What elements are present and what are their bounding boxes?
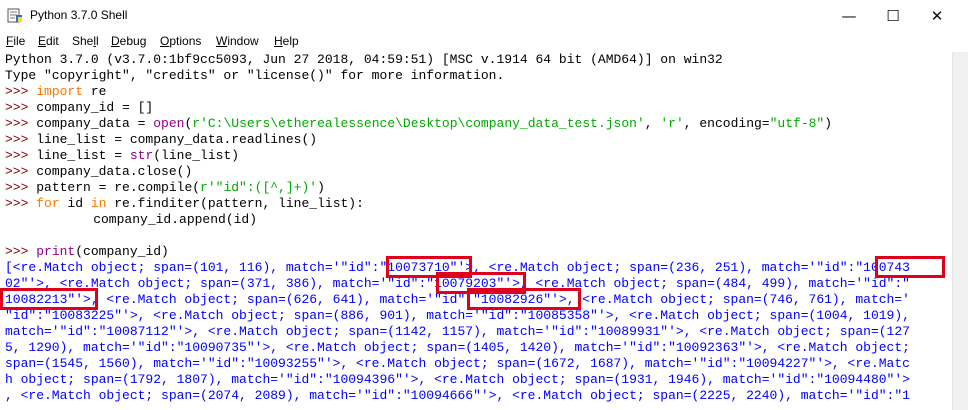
code-line-str: >>> line_list = str(line_list) xyxy=(5,148,239,164)
menu-edit[interactable]: Edit xyxy=(38,34,59,48)
menu-bar: File Edit Shell Debug Options Window Hel… xyxy=(0,32,968,52)
code-text: (company_id) xyxy=(75,244,169,259)
menu-edit-label: dit xyxy=(46,34,59,48)
menu-debug[interactable]: Debug xyxy=(111,34,146,48)
menu-options[interactable]: Options xyxy=(160,34,201,48)
menu-help[interactable]: Help xyxy=(274,34,299,48)
menu-file-label: ile xyxy=(13,34,26,48)
close-icon: ✕ xyxy=(930,7,944,25)
highlight-box xyxy=(467,288,581,310)
prompt: >>> xyxy=(5,244,29,259)
prompt: >>> xyxy=(5,196,29,211)
code-line-close: >>> company_data.close() xyxy=(5,164,192,180)
highlight-box xyxy=(875,256,945,278)
code-line-for: >>> for id in re.finditer(pattern, line_… xyxy=(5,196,364,212)
code-text: line_list = company_data.readlines() xyxy=(36,132,318,147)
maximize-button[interactable]: ☐ xyxy=(870,0,916,32)
prompt: >>> xyxy=(5,164,29,179)
output-line: 10082213"'>, <re.Match object; span=(626… xyxy=(5,292,910,307)
prompt: >>> xyxy=(5,84,29,99)
menu-debug-label: ebug xyxy=(119,34,147,48)
menu-shell-label: l xyxy=(96,34,99,48)
menu-help-accel: H xyxy=(274,34,283,48)
keyword: in xyxy=(90,196,107,211)
code-line-open: >>> company_data = open(r'C:\Users\ether… xyxy=(5,116,832,132)
menu-shell-label-pre: She xyxy=(72,34,94,48)
minimize-icon: — xyxy=(841,7,857,25)
keyword: import xyxy=(36,84,84,99)
output-line: 5, 1290), match='"id":"10090735"'>, <re.… xyxy=(5,340,910,355)
prompt: >>> xyxy=(5,148,29,163)
output-line: "id":"10083225"'>, <re.Match object; spa… xyxy=(5,308,910,323)
builtin: print xyxy=(36,244,76,259)
title-bar[interactable]: Python 3.7.0 Shell — ☐ ✕ xyxy=(0,0,968,32)
menu-edit-accel: E xyxy=(38,34,47,48)
code-text: company_data = xyxy=(36,116,154,131)
menu-help-label: elp xyxy=(282,34,299,48)
menu-shell[interactable]: Shell xyxy=(72,34,99,48)
code-text: ) xyxy=(824,116,833,131)
code-text: ) xyxy=(317,180,325,195)
shell-text-area[interactable]: Python 3.7.0 (v3.7.0:1bf9cc5093, Jun 27 … xyxy=(0,52,952,410)
builtin: open xyxy=(153,116,185,131)
highlight-box xyxy=(0,288,98,310)
string-literal: "utf-8" xyxy=(769,116,825,131)
code-text: , encoding= xyxy=(683,116,770,131)
window-title: Python 3.7.0 Shell xyxy=(30,8,128,22)
menu-window-accel: W xyxy=(216,34,228,48)
code-text: line_list = xyxy=(36,148,130,163)
close-button[interactable]: ✕ xyxy=(914,0,960,32)
prompt: >>> xyxy=(5,180,29,195)
minimize-button[interactable]: — xyxy=(826,0,872,32)
prompt: >>> xyxy=(5,116,29,131)
string-literal: r'C:\Users\etherealessence\Desktop\compa… xyxy=(192,116,645,131)
code-line-import: >>> import re xyxy=(5,84,106,100)
output-line: h object; span=(1792, 1807), match='"id"… xyxy=(5,372,910,387)
code-text: re xyxy=(83,84,107,99)
code-line-append: company_id.append(id) xyxy=(62,212,258,227)
prompt: >>> xyxy=(5,100,29,115)
output-line: match='"id":"10087112"'>, <re.Match obje… xyxy=(5,324,910,339)
vertical-scrollbar[interactable] xyxy=(952,52,968,410)
code-line-company-id: >>> company_id = [] xyxy=(5,100,153,116)
code-line-print: >>> print(company_id) xyxy=(5,244,169,260)
string-literal: r'"id":([^,]+)' xyxy=(200,180,318,195)
banner-info: Type "copyright", "credits" or "license(… xyxy=(5,68,505,83)
menu-window[interactable]: Window xyxy=(216,34,259,48)
code-text: re.finditer(pattern, line_list): xyxy=(106,196,364,211)
banner-version: Python 3.7.0 (v3.7.0:1bf9cc5093, Jun 27 … xyxy=(5,52,723,67)
code-line-pattern: >>> pattern = re.compile(r'"id":([^,]+)'… xyxy=(5,180,325,196)
menu-file[interactable]: File xyxy=(6,34,25,48)
prompt: >>> xyxy=(5,132,29,147)
code-text: , xyxy=(644,116,661,131)
menu-window-label: indow xyxy=(227,34,259,48)
code-text: id xyxy=(59,196,91,211)
code-text: pattern = re.compile( xyxy=(36,180,201,195)
builtin: str xyxy=(129,148,154,163)
output-line: , <re.Match object; span=(2074, 2089), m… xyxy=(5,388,910,403)
code-text: company_data.close() xyxy=(36,164,193,179)
menu-options-accel: O xyxy=(160,34,170,48)
python-idle-icon xyxy=(7,8,22,23)
maximize-icon: ☐ xyxy=(886,7,900,25)
menu-debug-accel: D xyxy=(111,34,120,48)
menu-options-label: ptions xyxy=(169,34,202,48)
code-text: (line_list) xyxy=(153,148,240,163)
code-line-readlines: >>> line_list = company_data.readlines() xyxy=(5,132,317,148)
output-line: span=(1545, 1560), match='"id":"10093255… xyxy=(5,356,910,371)
code-text: company_id = [] xyxy=(36,100,154,115)
string-literal: 'r' xyxy=(660,116,684,131)
keyword: for xyxy=(36,196,60,211)
